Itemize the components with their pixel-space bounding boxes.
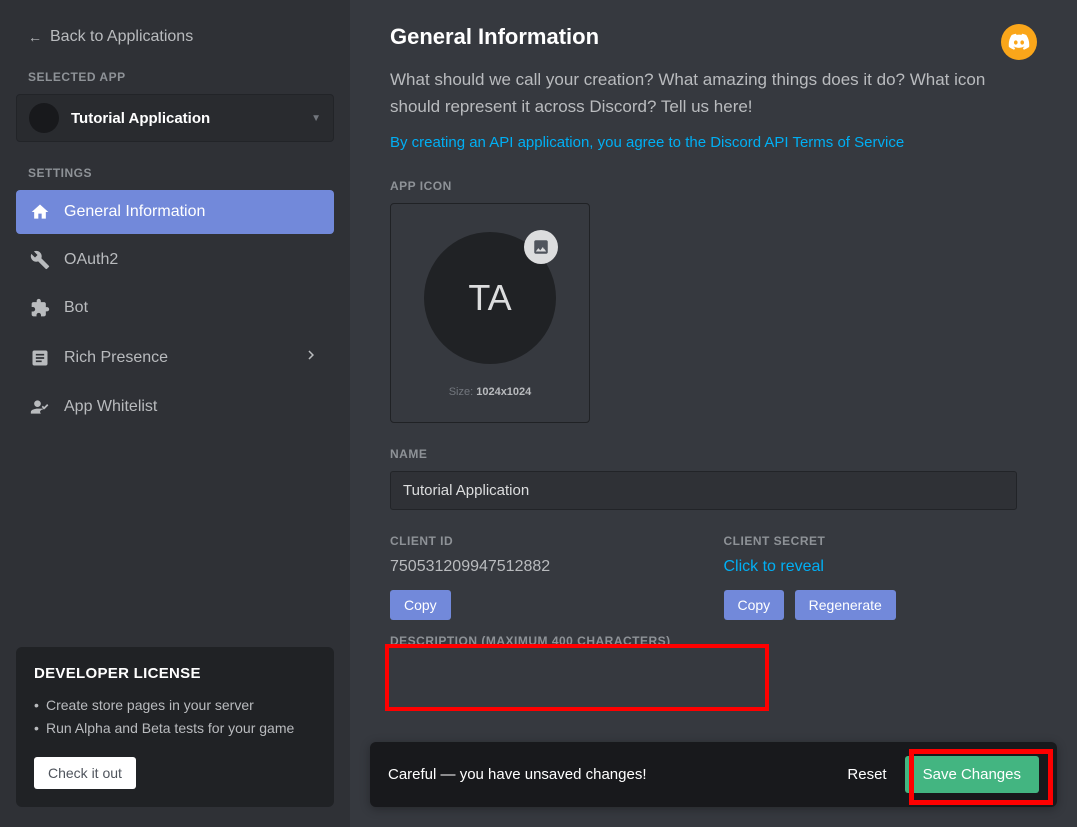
size-hint: Size: 1024x1024 bbox=[449, 386, 532, 398]
description-label: DESCRIPTION (MAXIMUM 400 CHARACTERS) bbox=[390, 634, 1037, 648]
license-bullet: Run Alpha and Beta tests for your game bbox=[34, 717, 316, 739]
page-title: General Information bbox=[390, 24, 1001, 50]
sidebar-item-general-information[interactable]: General Information bbox=[16, 190, 334, 234]
name-label: NAME bbox=[390, 447, 1037, 461]
sidebar: ← Back to Applications SELECTED APP Tuto… bbox=[0, 0, 350, 827]
arrow-left-icon: ← bbox=[28, 29, 42, 45]
document-icon bbox=[30, 348, 50, 368]
chevron-down-icon: ▼ bbox=[311, 113, 321, 124]
license-bullets: Create store pages in your server Run Al… bbox=[34, 694, 316, 739]
sidebar-item-oauth2[interactable]: OAuth2 bbox=[16, 238, 334, 282]
home-icon bbox=[30, 202, 50, 222]
spelling-underline: discord.py bbox=[672, 668, 740, 686]
tos-link[interactable]: By creating an API application, you agre… bbox=[390, 134, 904, 151]
back-label: Back to Applications bbox=[50, 28, 193, 46]
check-it-out-button[interactable]: Check it out bbox=[34, 757, 136, 789]
chevron-right-icon bbox=[302, 346, 320, 369]
upload-image-icon[interactable] bbox=[524, 230, 558, 264]
license-bullet: Create store pages in your server bbox=[34, 694, 316, 716]
regenerate-button[interactable]: Regenerate bbox=[795, 590, 896, 620]
app-selector-name: Tutorial Application bbox=[71, 110, 299, 127]
sidebar-item-label: Bot bbox=[64, 299, 88, 317]
copy-client-id-button[interactable]: Copy bbox=[390, 590, 451, 620]
sidebar-item-label: App Whitelist bbox=[64, 398, 157, 416]
app-icon-uploader[interactable]: TA Size: 1024x1024 bbox=[390, 203, 590, 423]
developer-license-card: DEVELOPER LICENSE Create store pages in … bbox=[16, 647, 334, 807]
page-description: What should we call your creation? What … bbox=[390, 66, 1037, 120]
click-to-reveal-link[interactable]: Click to reveal bbox=[724, 558, 824, 576]
save-changes-button[interactable]: Save Changes bbox=[905, 756, 1039, 793]
puzzle-icon bbox=[30, 298, 50, 318]
sidebar-item-rich-presence[interactable]: Rich Presence bbox=[16, 334, 334, 381]
name-input[interactable] bbox=[390, 471, 1017, 510]
sidebar-item-label: OAuth2 bbox=[64, 251, 118, 269]
sidebar-item-label: Rich Presence bbox=[64, 349, 168, 367]
client-id-label: CLIENT ID bbox=[390, 534, 704, 548]
app-icon-label: APP ICON bbox=[390, 179, 1037, 193]
copy-client-secret-button[interactable]: Copy bbox=[724, 590, 785, 620]
sidebar-item-bot[interactable]: Bot bbox=[16, 286, 334, 330]
main-content: General Information What should we call … bbox=[350, 0, 1077, 827]
license-title: DEVELOPER LICENSE bbox=[34, 665, 316, 682]
reset-button[interactable]: Reset bbox=[847, 766, 886, 783]
sidebar-item-app-whitelist[interactable]: App Whitelist bbox=[16, 385, 334, 429]
back-to-applications[interactable]: ← Back to Applications bbox=[28, 28, 322, 46]
client-secret-label: CLIENT SECRET bbox=[724, 534, 1038, 548]
client-id-value: 750531209947512882 bbox=[390, 558, 704, 576]
discord-logo-icon bbox=[1001, 24, 1037, 60]
settings-label: SETTINGS bbox=[28, 166, 322, 180]
app-selector[interactable]: Tutorial Application ▼ bbox=[16, 94, 334, 142]
user-check-icon bbox=[30, 397, 50, 417]
app-icon-initials: TA bbox=[468, 277, 511, 319]
unsaved-message: Careful — you have unsaved changes! bbox=[388, 766, 847, 783]
app-avatar bbox=[29, 103, 59, 133]
app-icon-placeholder: TA bbox=[424, 232, 556, 364]
unsaved-changes-bar: Careful — you have unsaved changes! Rese… bbox=[370, 742, 1057, 807]
wrench-icon bbox=[30, 250, 50, 270]
selected-app-label: SELECTED APP bbox=[28, 70, 322, 84]
sidebar-item-label: General Information bbox=[64, 203, 205, 221]
